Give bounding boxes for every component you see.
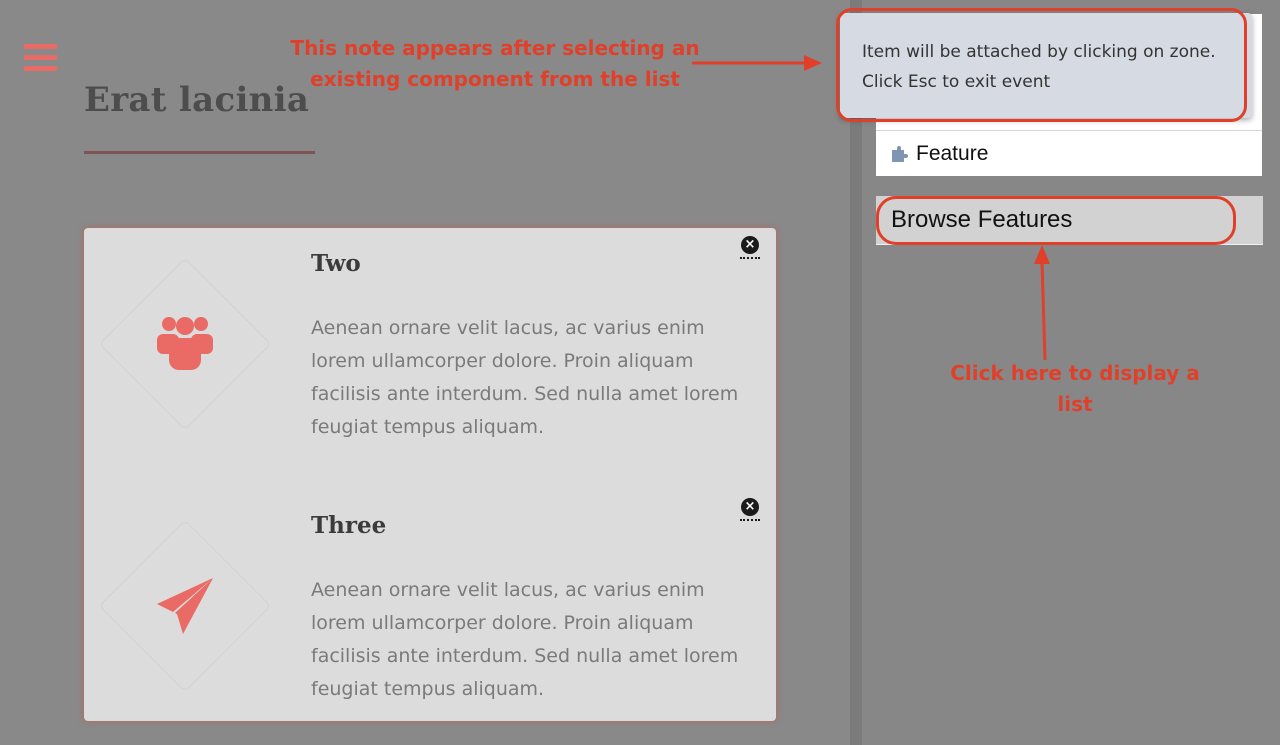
users-icon (157, 317, 213, 370)
hamburger-icon[interactable] (24, 44, 57, 72)
browse-features-label: Browse Features (891, 206, 1073, 233)
feature-icon-frame (98, 519, 272, 693)
feature-description: Aenean ornare velit lacus, ac varius eni… (311, 579, 739, 700)
list-item-feature[interactable]: Feature (876, 130, 1262, 176)
note-annotation: This note appears after selecting an exi… (290, 36, 700, 91)
hamburger-bar (24, 66, 57, 71)
attach-note: Item will be attached by clicking on zon… (840, 13, 1252, 118)
close-symbol: × (741, 236, 759, 254)
feature-title: Three (311, 512, 387, 539)
features-card: Two Aenean ornare velit lacus, ac varius… (84, 228, 776, 721)
feature-title: Two (311, 250, 361, 277)
note-line: Item will be attached by clicking on zon… (862, 42, 1216, 62)
feature-item-three: Three Aenean ornare velit lacus, ac vari… (84, 490, 776, 730)
feature-icon-frame (98, 257, 272, 431)
feature-description: Aenean ornare velit lacus, ac varius eni… (311, 317, 739, 438)
list-item-label: Feature (916, 142, 989, 165)
hamburger-bar (24, 55, 57, 60)
note-line: Click Esc to exit event (862, 72, 1051, 92)
close-icon[interactable]: × (740, 497, 760, 521)
browse-features-button[interactable]: Browse Features (876, 196, 1263, 245)
right-arrow (692, 55, 822, 71)
close-underline (740, 257, 760, 259)
paper-plane-icon (157, 578, 213, 634)
page-title: Erat lacinia (84, 80, 310, 120)
close-symbol: × (741, 498, 759, 516)
title-underline (84, 151, 315, 154)
close-icon[interactable]: × (740, 235, 760, 259)
hamburger-bar (24, 44, 57, 49)
close-underline (740, 519, 760, 521)
page: Erat lacinia Two Aenean ornare velit lac… (0, 0, 1280, 745)
puzzle-icon (892, 146, 908, 162)
feature-item-two: Two Aenean ornare velit lacus, ac varius… (84, 228, 776, 468)
browse-annotation: Click here to display a list (950, 361, 1200, 416)
